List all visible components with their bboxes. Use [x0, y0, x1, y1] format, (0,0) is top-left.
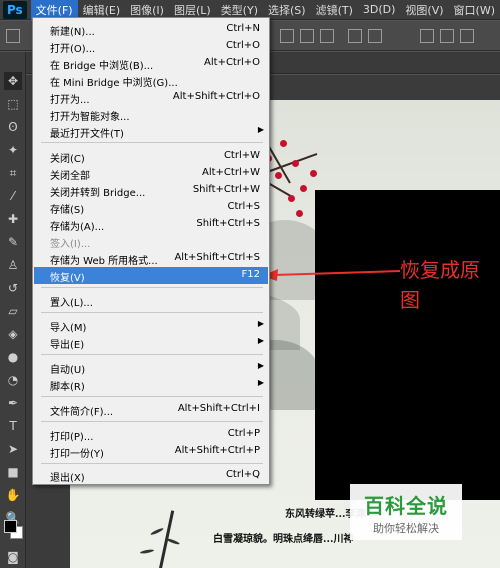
photoshop-logo: Ps: [3, 0, 27, 19]
menu-select[interactable]: 选择(S): [263, 0, 311, 20]
align-middle-icon[interactable]: [300, 29, 314, 43]
menu-item-recent-files[interactable]: 最近打开文件(T) ▶: [34, 123, 268, 140]
watermark-logo: 百科全说 助你轻松解决: [350, 484, 462, 540]
plum-blossom: [292, 160, 299, 167]
distribute-top-icon[interactable]: [348, 29, 362, 43]
menu-item-close-all[interactable]: 关闭全部 Alt+Ctrl+W: [34, 165, 268, 182]
bamboo-leaf: [139, 548, 155, 555]
menu-item-check-in: 签入(I)...: [50, 239, 91, 250]
plum-blossom: [300, 185, 307, 192]
tools-panel: ✥ ⬚ ʘ ✦ ⌗ ⁄ ✚ ✎ ♙ ↺ ▱ ◈ ● ◔ ✒ T ➤ ■ ✋ 🔍 …: [0, 52, 26, 568]
menu-window[interactable]: 窗口(W): [449, 0, 500, 20]
blur-icon[interactable]: ●: [4, 348, 22, 366]
history-brush-icon[interactable]: ↺: [4, 279, 22, 297]
rectangle-icon[interactable]: ■: [4, 463, 22, 481]
path-select-icon[interactable]: ➤: [4, 440, 22, 458]
healing-icon[interactable]: ✚: [4, 210, 22, 228]
dodge-icon[interactable]: ◔: [4, 371, 22, 389]
tool-preset-icon[interactable]: [6, 29, 20, 43]
quick-mask-icon[interactable]: ◙: [4, 548, 22, 566]
submenu-arrow-icon: ▶: [257, 319, 264, 328]
plum-blossom: [275, 172, 282, 179]
align-bottom-icon[interactable]: [320, 29, 334, 43]
plum-blossom: [296, 210, 303, 217]
marquee-icon[interactable]: ⬚: [4, 95, 22, 113]
eraser-icon[interactable]: ▱: [4, 302, 22, 320]
menu-item-save-for-web[interactable]: 存储为 Web 所用格式... Alt+Shift+Ctrl+S: [34, 250, 268, 267]
menu-item-close[interactable]: 关闭(C) Ctrl+W: [34, 148, 268, 165]
menu-item-open-as[interactable]: 打开为... Alt+Shift+Ctrl+O: [34, 89, 268, 106]
menu-separator: [41, 463, 263, 464]
paint-bucket-icon[interactable]: ◈: [4, 325, 22, 343]
menu-item-print-one-copy[interactable]: 打印一份(Y) Alt+Shift+Ctrl+P: [34, 443, 268, 460]
menu-separator: [41, 142, 263, 143]
file-menu-dropdown: 新建(N)... Ctrl+N 打开(O)... Ctrl+O 在 Bridge 中…: [32, 17, 270, 485]
menu-item-place[interactable]: 置入(L)...: [34, 292, 268, 309]
menu-separator: [41, 421, 263, 422]
menu-item-open-smart-object[interactable]: 打开为智能对象...: [34, 106, 268, 123]
annotation-text: 恢复成原图: [400, 258, 480, 312]
align-top-icon[interactable]: [280, 29, 294, 43]
menu-item-save-as[interactable]: 存储为(A)... Shift+Ctrl+S: [34, 216, 268, 233]
submenu-arrow-icon: ▶: [257, 361, 264, 370]
menu-item-close-go-bridge[interactable]: 关闭并转到 Bridge... Shift+Ctrl+W: [34, 182, 268, 199]
bamboo-leaf: [165, 537, 181, 546]
menu-item-import[interactable]: 导入(M) ▶: [34, 317, 268, 334]
menu-item-print[interactable]: 打印(P)... Ctrl+P: [34, 426, 268, 443]
plum-blossom: [280, 140, 287, 147]
eyedropper-icon[interactable]: ⁄: [4, 187, 22, 205]
menu-item-exit[interactable]: 退出(X) Ctrl+Q: [34, 467, 268, 484]
pen-icon[interactable]: ✒: [4, 394, 22, 412]
menu-separator: [41, 287, 263, 288]
crop-icon[interactable]: ⌗: [4, 164, 22, 182]
menu-item-browse-bridge[interactable]: 在 Bridge 中浏览(B)... Alt+Ctrl+O: [34, 55, 268, 72]
distribute-left-icon[interactable]: [420, 29, 434, 43]
menu-item-automate[interactable]: 自动(U) ▶: [34, 359, 268, 376]
hand-icon[interactable]: ✋: [4, 486, 22, 504]
distribute-middle-icon[interactable]: [368, 29, 382, 43]
plum-blossom: [288, 195, 295, 202]
menu-view[interactable]: 视图(V): [400, 0, 448, 20]
type-icon[interactable]: T: [4, 417, 22, 435]
poem-line-2: 白雪凝琼貌。明珠点绛唇...川神: [213, 534, 354, 545]
distribute-center-icon[interactable]: [440, 29, 454, 43]
distribute-right-icon[interactable]: [460, 29, 474, 43]
menu-item-export[interactable]: 导出(E) ▶: [34, 334, 268, 351]
menu-item-browse-mini-bridge[interactable]: 在 Mini Bridge 中浏览(G)...: [34, 72, 268, 89]
move-icon[interactable]: ✥: [4, 72, 22, 90]
menu-item-revert[interactable]: 恢复(V) F12: [34, 267, 268, 284]
menu-item-open[interactable]: 打开(O)... Ctrl+O: [34, 38, 268, 55]
submenu-arrow-icon: ▶: [257, 378, 264, 387]
black-layer-rectangle[interactable]: [315, 190, 500, 500]
submenu-arrow-icon: ▶: [257, 125, 264, 134]
menu-item-save[interactable]: 存储(S) Ctrl+S: [34, 199, 268, 216]
annotation-arrow: [262, 269, 401, 281]
watermark-title: 百科全说: [364, 494, 448, 518]
menu-3d[interactable]: 3D(D): [358, 1, 401, 18]
menu-item-new[interactable]: 新建(N)... Ctrl+N: [34, 21, 268, 38]
magic-wand-icon[interactable]: ✦: [4, 141, 22, 159]
watermark-subtitle: 助你轻松解决: [373, 522, 439, 535]
menu-separator: [41, 312, 263, 313]
plum-blossom: [310, 170, 317, 177]
menu-separator: [41, 396, 263, 397]
menu-filter[interactable]: 滤镜(T): [311, 0, 358, 20]
lasso-icon[interactable]: ʘ: [4, 118, 22, 136]
submenu-arrow-icon: ▶: [257, 336, 264, 345]
menu-separator: [41, 354, 263, 355]
brush-icon[interactable]: ✎: [4, 233, 22, 251]
menu-item-scripts[interactable]: 脚本(R) ▶: [34, 376, 268, 393]
foreground-color-swatch[interactable]: [4, 520, 17, 533]
bamboo-leaf: [150, 527, 164, 536]
clone-stamp-icon[interactable]: ♙: [4, 256, 22, 274]
menu-item-file-info[interactable]: 文件简介(F)... Alt+Shift+Ctrl+I: [34, 401, 268, 418]
